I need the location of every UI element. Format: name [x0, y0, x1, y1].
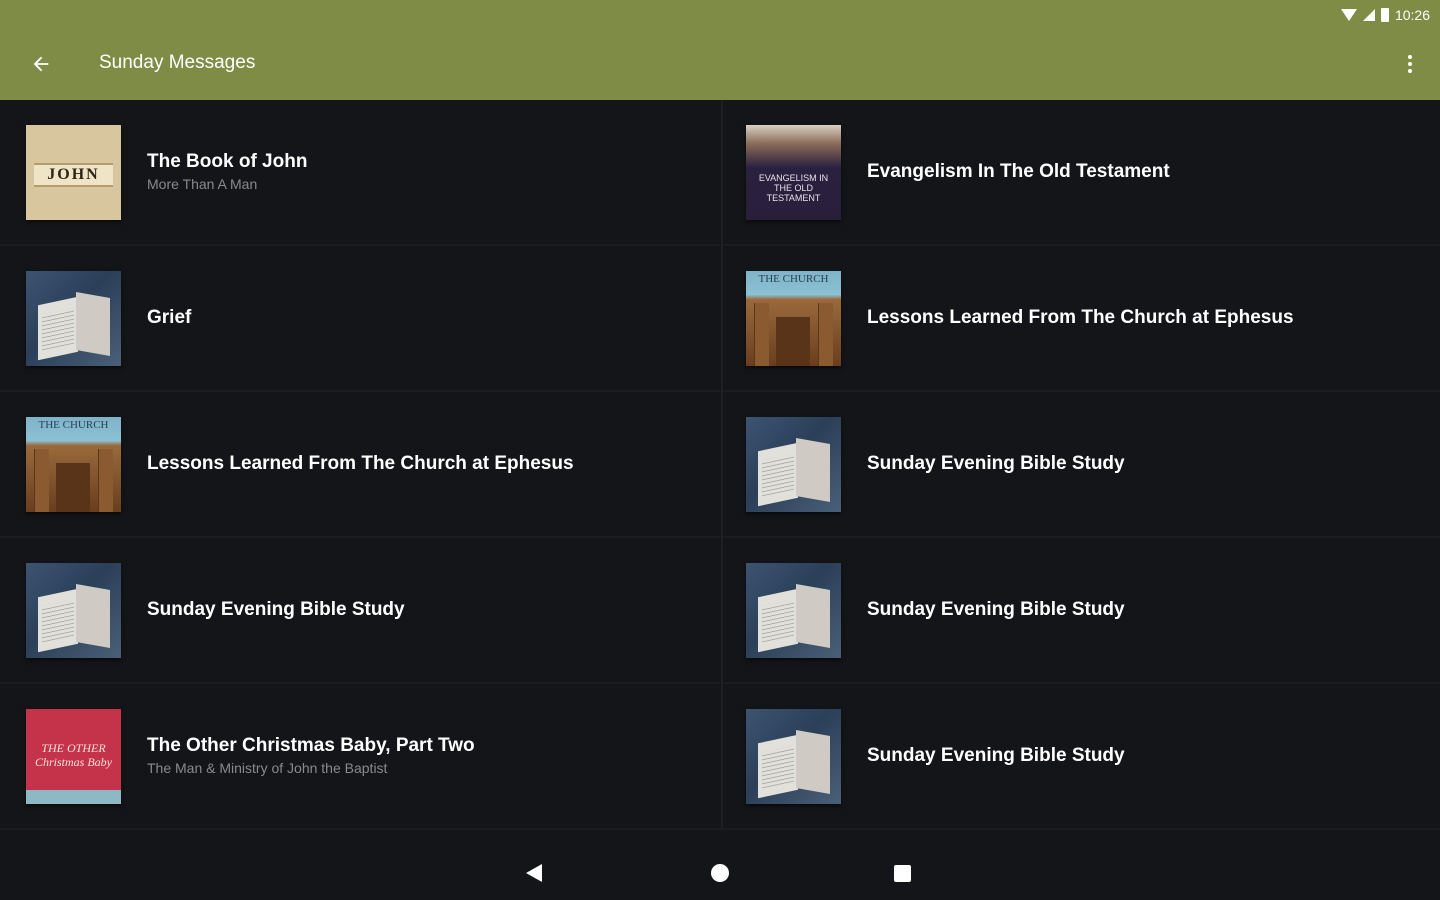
- album-art-image: EVANGELISM IN THE OLD TESTAMENT: [746, 124, 841, 220]
- item-title: Sunday Evening Bible Study: [147, 599, 405, 620]
- list-item[interactable]: Sunday Evening Bible Study: [720, 392, 1440, 538]
- nav-home-button[interactable]: [711, 864, 729, 882]
- album-art-image: THE CHURCH: [26, 416, 121, 512]
- list-item[interactable]: THE OTHER Christmas Baby The Other Chris…: [0, 684, 720, 830]
- item-title: The Other Christmas Baby, Part Two: [147, 735, 475, 756]
- list-item[interactable]: THE CHURCH Lessons Learned From The Chur…: [720, 246, 1440, 392]
- more-vert-icon: [1408, 55, 1412, 59]
- album-art-image: JOHN: [26, 124, 121, 220]
- list-item[interactable]: Grief: [0, 246, 720, 392]
- item-title: Lessons Learned From The Church at Ephes…: [147, 453, 574, 474]
- app-bar: 10:26 Sunday Messages: [0, 0, 1440, 100]
- item-title: Grief: [147, 307, 192, 328]
- message-grid: JOHN The Book of John More Than A Man EV…: [0, 100, 1440, 830]
- list-item[interactable]: THE CHURCH Lessons Learned From The Chur…: [0, 392, 720, 538]
- battery-icon: [1380, 8, 1389, 22]
- item-title: Sunday Evening Bible Study: [867, 599, 1125, 620]
- album-art-image: [746, 562, 841, 658]
- page-title: Sunday Messages: [99, 52, 256, 73]
- more-options-button[interactable]: [1398, 48, 1422, 80]
- nav-recents-button[interactable]: [894, 865, 911, 882]
- wifi-icon: [1340, 9, 1357, 21]
- list-item[interactable]: Sunday Evening Bible Study: [720, 684, 1440, 830]
- column-divider: [721, 100, 723, 830]
- list-item[interactable]: Sunday Evening Bible Study: [0, 538, 720, 684]
- status-time: 10:26: [1394, 7, 1430, 23]
- list-item[interactable]: Sunday Evening Bible Study: [720, 538, 1440, 684]
- item-title: Lessons Learned From The Church at Ephes…: [867, 307, 1294, 328]
- item-subtitle: The Man & Ministry of John the Baptist: [147, 760, 388, 776]
- item-title: Evangelism In The Old Testament: [867, 161, 1170, 182]
- album-art-image: [26, 562, 121, 658]
- item-title: The Book of John: [147, 151, 308, 172]
- item-title: Sunday Evening Bible Study: [867, 453, 1125, 474]
- signal-icon: [1362, 9, 1375, 21]
- nav-back-button[interactable]: [526, 864, 542, 882]
- navigation-bar: [0, 830, 1440, 900]
- status-bar: 10:26: [1340, 4, 1430, 26]
- album-art-image: [746, 416, 841, 512]
- album-art-image: [26, 270, 121, 366]
- album-art-image: THE OTHER Christmas Baby: [26, 708, 121, 804]
- list-item[interactable]: EVANGELISM IN THE OLD TESTAMENT Evangeli…: [720, 100, 1440, 246]
- arrow-back-icon: [33, 56, 49, 72]
- album-art-image: THE CHURCH: [746, 270, 841, 366]
- item-subtitle: More Than A Man: [147, 176, 258, 192]
- back-button[interactable]: [22, 46, 60, 82]
- list-item[interactable]: JOHN The Book of John More Than A Man: [0, 100, 720, 246]
- album-art-image: [746, 708, 841, 804]
- item-title: Sunday Evening Bible Study: [867, 745, 1125, 766]
